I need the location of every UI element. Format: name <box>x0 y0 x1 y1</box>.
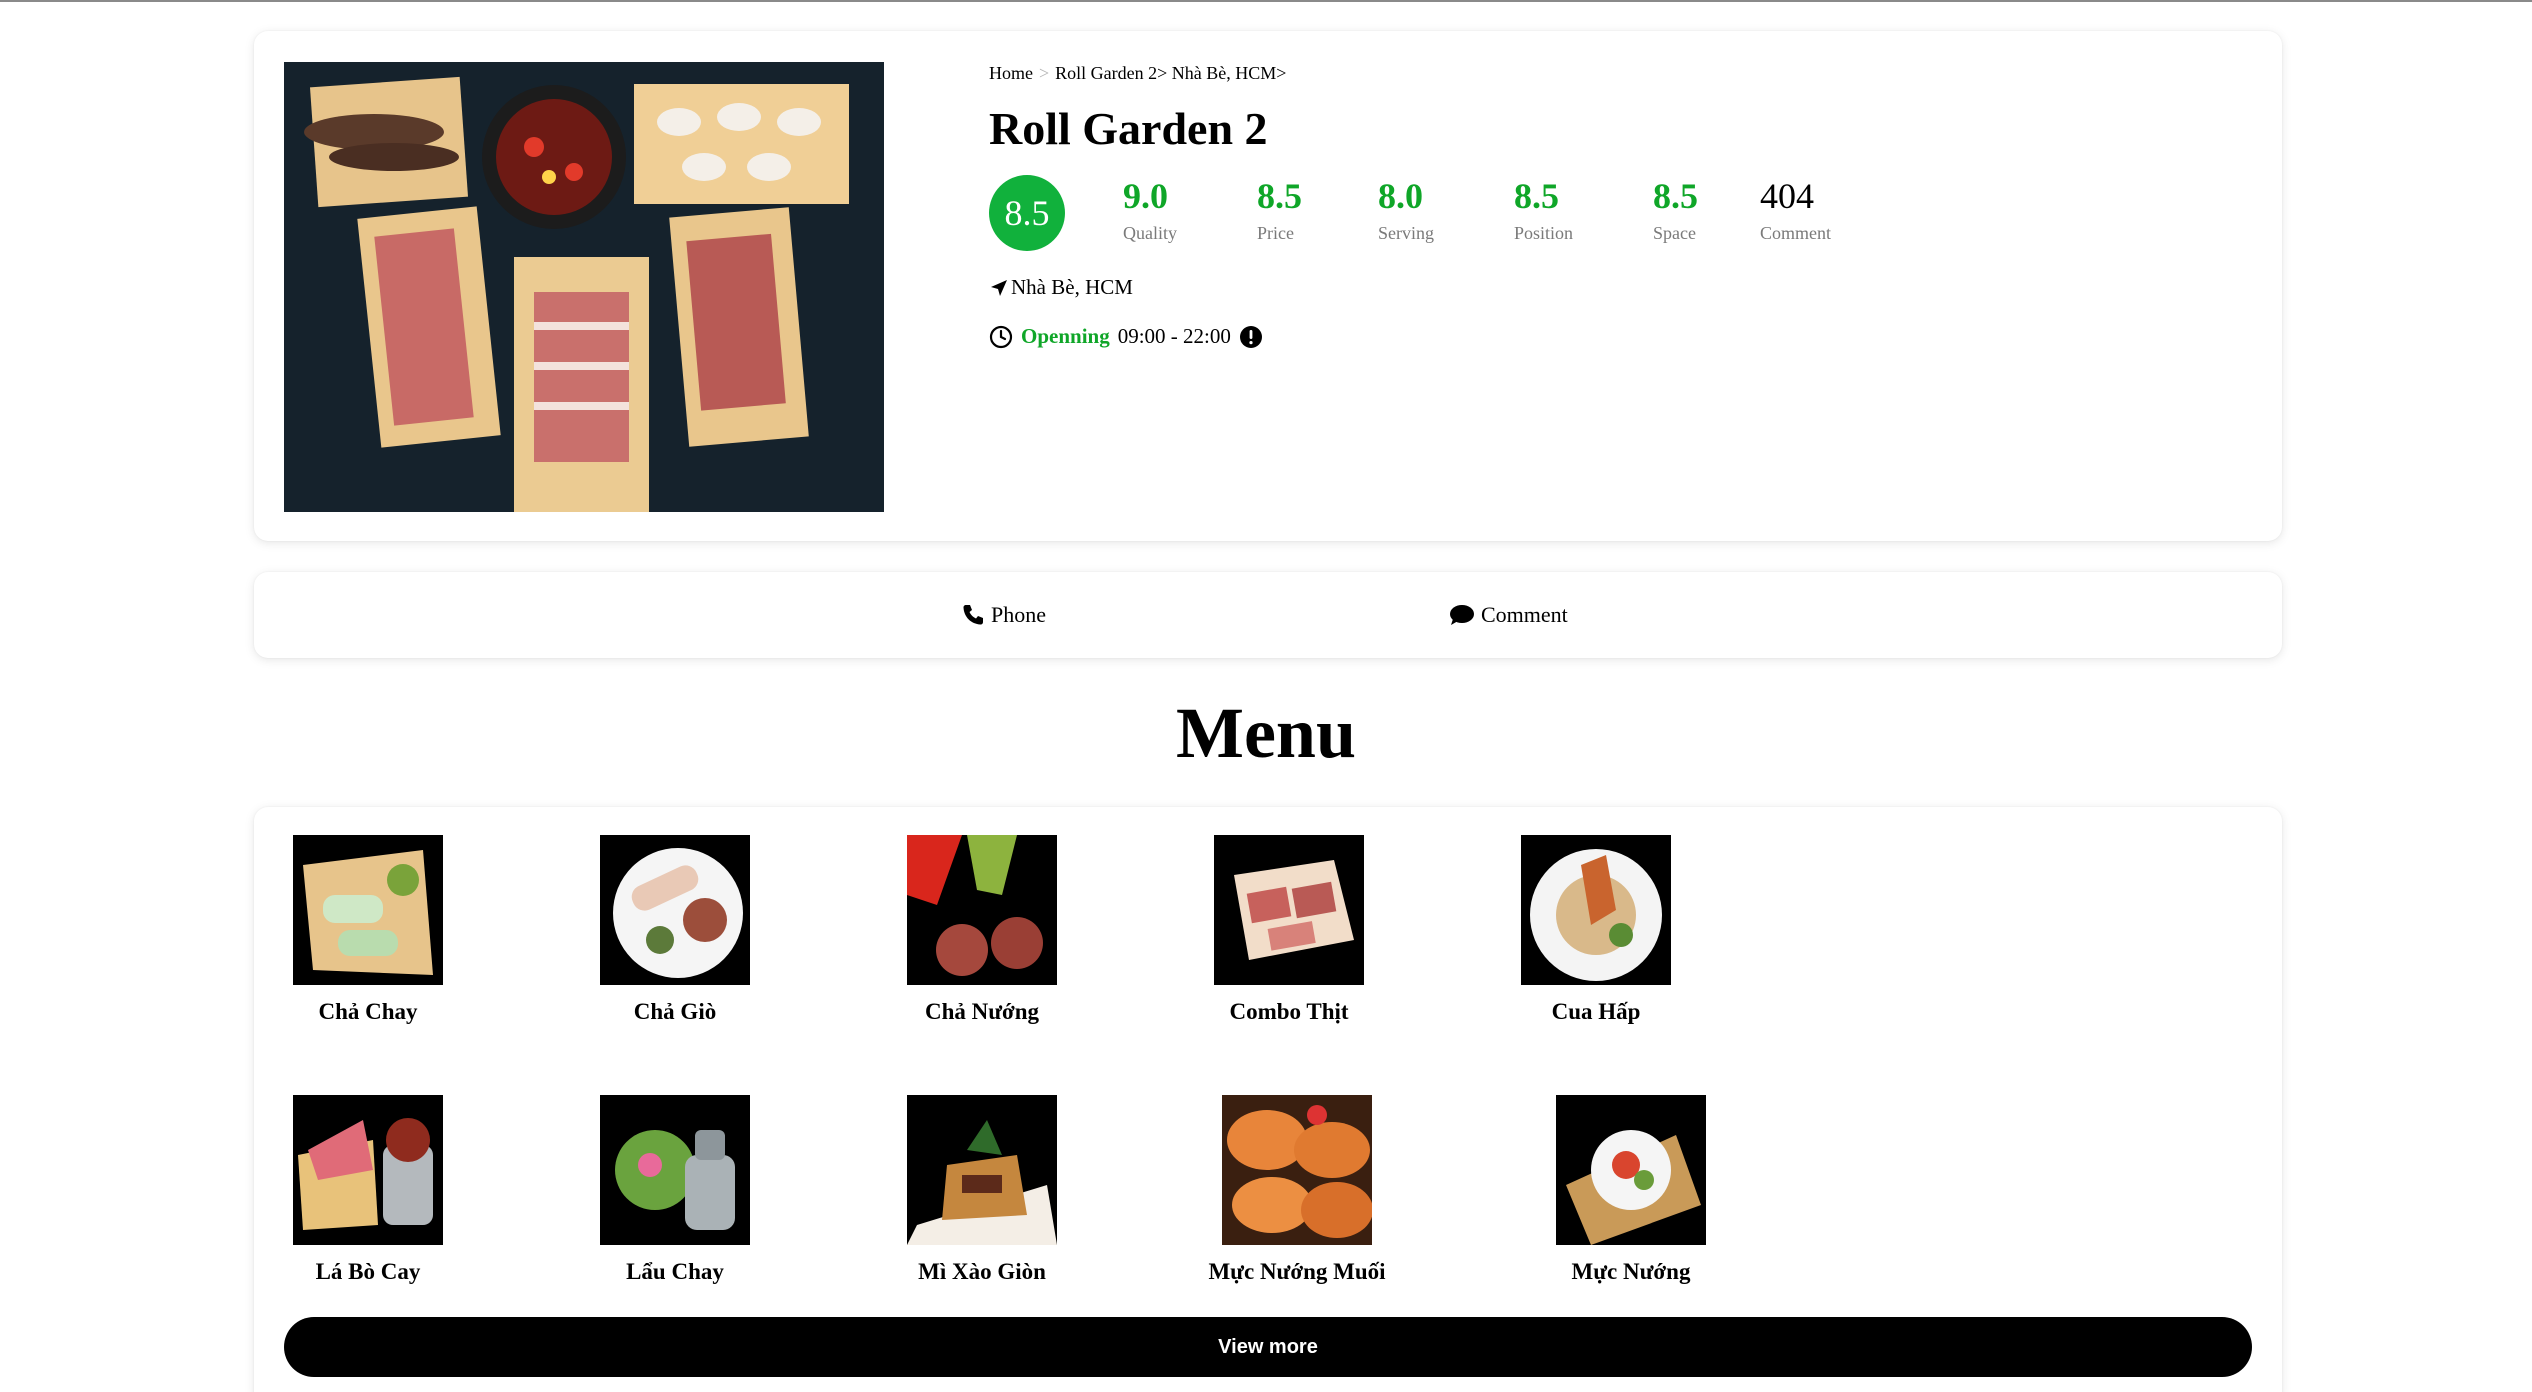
score-value: 8.5 <box>1257 176 1302 216</box>
dish-name: Lẩu Chay <box>626 1259 724 1284</box>
dish-name: Cua Hấp <box>1551 999 1641 1024</box>
menu-item[interactable]: Lá Bò Cay <box>258 1095 478 1287</box>
location-arrow-icon <box>989 278 1009 298</box>
action-bar: Phone Comment <box>254 572 2282 658</box>
score-value: 9.0 <box>1123 176 1168 216</box>
dish-image <box>600 835 750 985</box>
phone-button[interactable]: Phone <box>961 572 1046 658</box>
comment-count[interactable]: 404 Comment <box>1760 175 1831 244</box>
dish-name: Mực Nướng <box>1571 1259 1691 1284</box>
location: Nhà Bè, HCM <box>989 275 2189 300</box>
score-row: 8.5 9.0 Quality 8.5 Price 8.0 Serving 8.… <box>989 175 2189 255</box>
breadcrumb: Home > Roll Garden 2> Nhà Bè, HCM> <box>989 59 2189 87</box>
menu-item[interactable]: Mực Nướng <box>1521 1095 1741 1287</box>
comment-bubble-icon <box>1449 603 1475 627</box>
dish-name: Chả Giò <box>633 999 717 1024</box>
opening-status: Openning <box>1021 324 1110 348</box>
comment-button[interactable]: Comment <box>1449 572 1568 658</box>
dish-image <box>293 835 443 985</box>
comment-count-value: 404 <box>1760 176 1814 216</box>
restaurant-hero-image <box>284 62 884 512</box>
opening-hours: Openning 09:00 - 22:00 <box>989 324 2189 349</box>
menu-item[interactable]: Chả Chay <box>258 835 478 1027</box>
menu-item[interactable]: Chả Nướng <box>872 835 1092 1027</box>
phone-icon <box>961 603 985 627</box>
score-label: Position <box>1514 223 1574 243</box>
dish-image <box>1556 1095 1706 1245</box>
dish-name: Mực Nướng Muối <box>1208 1259 1386 1284</box>
top-border <box>0 0 2532 2</box>
score-value: 8.5 <box>1514 176 1559 216</box>
dish-name: Chả Chay <box>318 999 418 1024</box>
menu-item[interactable]: Lẩu Chay <box>565 1095 785 1287</box>
score-value: 8.5 <box>1653 176 1698 216</box>
breadcrumb-home[interactable]: Home <box>989 63 1033 83</box>
score-label: Quality <box>1123 223 1177 243</box>
overall-score-badge: 8.5 <box>989 175 1065 251</box>
breadcrumb-restaurant[interactable]: Roll Garden 2> <box>1055 63 1167 83</box>
comment-count-label: Comment <box>1760 223 1831 243</box>
dish-image <box>1222 1095 1372 1245</box>
breadcrumb-area[interactable]: Nhà Bè, HCM> <box>1172 63 1287 83</box>
menu-heading: Menu <box>1176 693 1356 773</box>
dish-name: Mì Xào Giòn <box>918 1259 1046 1284</box>
menu-item[interactable]: Cua Hấp <box>1486 835 1706 1027</box>
dish-image <box>1521 835 1671 985</box>
restaurant-info-card: Home > Roll Garden 2> Nhà Bè, HCM> Roll Ga… <box>254 31 2282 541</box>
dish-image <box>1214 835 1364 985</box>
opening-hours-text: 09:00 - 22:00 <box>1117 324 1231 348</box>
view-more-button[interactable]: View more <box>284 1317 2252 1377</box>
menu-item[interactable]: Mì Xào Giòn <box>872 1095 1092 1287</box>
clock-icon <box>989 325 1013 349</box>
dish-name: Chả Nướng <box>924 999 1040 1024</box>
menu-card: Chả Chay Chả Giò Chả Nướng Combo Thịt Cu… <box>254 807 2282 1392</box>
restaurant-title: Roll Garden 2 <box>989 103 1268 154</box>
dish-name: Combo Thịt <box>1229 999 1349 1024</box>
restaurant-details: Home > Roll Garden 2> Nhà Bè, HCM> Roll Ga… <box>989 59 2189 349</box>
breadcrumb-separator: > <box>1039 63 1050 83</box>
dish-image <box>600 1095 750 1245</box>
score-value: 8.0 <box>1378 176 1423 216</box>
score-quality: 9.0 Quality <box>1123 175 1257 244</box>
dish-image <box>293 1095 443 1245</box>
food-platter-illustration <box>284 62 884 512</box>
info-alert-icon[interactable] <box>1239 325 1263 349</box>
menu-item[interactable]: Mực Nướng Muối <box>1179 1095 1415 1287</box>
score-label: Serving <box>1378 223 1434 243</box>
menu-item[interactable]: Chả Giò <box>565 835 785 1027</box>
score-label: Price <box>1257 223 1294 243</box>
score-position: 8.5 Position <box>1514 175 1653 244</box>
phone-label: Phone <box>991 602 1046 627</box>
location-text: Nhà Bè, HCM <box>1011 275 1133 299</box>
comment-label: Comment <box>1481 602 1568 627</box>
score-label: Space <box>1653 223 1696 243</box>
menu-item[interactable]: Combo Thịt <box>1179 835 1399 1027</box>
dish-image <box>907 835 1057 985</box>
dish-image <box>907 1095 1057 1245</box>
score-space: 8.5 Space <box>1653 175 1760 244</box>
dish-name: Lá Bò Cay <box>315 1259 421 1284</box>
score-serving: 8.0 Serving <box>1378 175 1514 244</box>
score-price: 8.5 Price <box>1257 175 1378 244</box>
